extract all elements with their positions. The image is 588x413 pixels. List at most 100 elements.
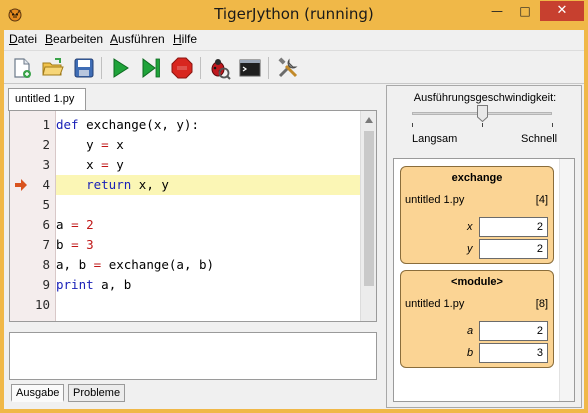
- variable-value: 2: [479, 239, 548, 259]
- scroll-up-arrow-icon[interactable]: [365, 117, 373, 123]
- minimize-button[interactable]: —: [484, 1, 510, 21]
- code-line[interactable]: a = 2: [56, 215, 360, 235]
- code-line[interactable]: print a, b: [56, 275, 360, 295]
- speed-label: Ausführungsgeschwindigkeit:: [413, 92, 557, 104]
- variable-value: 3: [479, 343, 548, 363]
- speed-slider-thumb[interactable]: [476, 105, 488, 122]
- line-number: 3: [42, 157, 50, 172]
- code-token: x, y: [131, 177, 169, 192]
- editor-tab-strip: untitled 1.py: [6, 86, 380, 111]
- tab-probleme[interactable]: Probleme: [68, 384, 126, 402]
- frame-file: untitled 1.py: [405, 298, 465, 310]
- code-token: x: [56, 157, 102, 172]
- run-icon[interactable]: [108, 56, 132, 80]
- menu-ausfuehren-label: usführen: [118, 32, 165, 46]
- variable-name: y: [467, 243, 473, 255]
- fast-label: Schnell: [521, 133, 558, 145]
- current-line-arrow-icon: [15, 179, 27, 191]
- app-window: TigerJython (running) — □ ✕ Datei Bearbe…: [0, 0, 588, 413]
- menu-hilfe-label: ilfe: [181, 32, 198, 46]
- line-number: 1: [42, 117, 50, 132]
- tools-icon[interactable]: [276, 56, 300, 80]
- stack-frames-panel: exchange untitled 1.py [4] x 2 y 2 <modu…: [393, 158, 575, 402]
- code-token: y: [56, 137, 102, 152]
- console-icon[interactable]: [238, 56, 262, 80]
- code-line[interactable]: [56, 195, 360, 215]
- code-token: =: [101, 137, 109, 152]
- toolbar: [4, 50, 584, 84]
- code-line[interactable]: x = y: [56, 155, 360, 175]
- line-number: 8: [42, 257, 50, 272]
- menu-hilfe-mnemonic: H: [173, 32, 182, 46]
- frame-file: untitled 1.py: [405, 194, 465, 206]
- editor-scroll-thumb[interactable]: [364, 131, 374, 286]
- frame-line: [8]: [535, 298, 548, 310]
- code-line[interactable]: b = 3: [56, 235, 360, 255]
- code-token: b: [56, 237, 72, 252]
- variable-value: 2: [479, 217, 548, 237]
- line-number-gutter: 1 2 3 4 5 6 7 8 9 10: [10, 111, 56, 321]
- variable-name: x: [467, 221, 473, 233]
- menu-hilfe[interactable]: Hilfe: [173, 32, 197, 46]
- code-token: x: [108, 137, 124, 152]
- code-line[interactable]: y = x: [56, 135, 360, 155]
- code-token: 2: [86, 217, 94, 232]
- toolbar-separator: [200, 57, 201, 79]
- menu-datei-mnemonic: D: [9, 32, 18, 46]
- menu-bearbeiten-label: earbeiten: [53, 32, 104, 46]
- new-file-icon[interactable]: [10, 56, 34, 80]
- frame-line: [4]: [535, 194, 548, 206]
- code-line[interactable]: [56, 295, 360, 315]
- menu-bearbeiten-mnemonic: B: [45, 32, 54, 46]
- tab-ausgabe[interactable]: Ausgabe: [11, 384, 65, 402]
- editor-vertical-scrollbar[interactable]: [360, 111, 376, 321]
- debug-icon[interactable]: [207, 56, 231, 80]
- title-bar[interactable]: TigerJython (running) — □ ✕: [0, 0, 588, 30]
- toolbar-separator: [268, 57, 269, 79]
- maximize-button[interactable]: □: [512, 1, 538, 21]
- window-client-area: Datei Bearbeiten Ausführen Hilfe untitle…: [4, 30, 584, 409]
- code-token: def: [56, 117, 79, 132]
- code-token: =: [101, 157, 109, 172]
- code-line[interactable]: a, b = exchange(a, b): [56, 255, 360, 275]
- slider-tick: [482, 123, 483, 127]
- menu-ausfuehren[interactable]: Ausführen: [110, 32, 165, 46]
- code-token: a, b: [56, 257, 94, 272]
- stop-icon[interactable]: [170, 56, 194, 80]
- code-token: print: [56, 277, 94, 292]
- slider-tick: [552, 123, 553, 127]
- code-line[interactable]: def exchange(x, y):: [56, 115, 360, 135]
- line-number: 7: [42, 237, 50, 252]
- output-console[interactable]: [9, 332, 377, 380]
- menu-datei[interactable]: Datei: [9, 32, 37, 46]
- menu-bearbeiten[interactable]: Bearbeiten: [45, 32, 103, 46]
- save-icon[interactable]: [72, 56, 96, 80]
- frame-title: exchange: [451, 172, 503, 184]
- slow-label: Langsam: [412, 133, 458, 145]
- slider-tick: [412, 123, 413, 127]
- debugger-pane: Ausführungsgeschwindigkeit: Langsam Schn…: [386, 85, 582, 408]
- line-number: 5: [42, 197, 50, 212]
- code-area[interactable]: def exchange(x, y): y = x x = y return x…: [56, 111, 360, 321]
- code-token: 3: [86, 237, 94, 252]
- code-token: return: [86, 177, 132, 192]
- editor-file-tab[interactable]: untitled 1.py: [8, 88, 86, 111]
- frame-title: <module>: [451, 276, 503, 288]
- step-icon[interactable]: [139, 56, 163, 80]
- code-line[interactable]: return x, y: [56, 175, 360, 195]
- line-number: 10: [34, 297, 50, 312]
- variable-name: b: [467, 347, 474, 359]
- code-editor[interactable]: 1 2 3 4 5 6 7 8 9 10 def exchange(x, y): y = x x …: [9, 110, 377, 322]
- menu-ausfuehren-mnemonic: A: [110, 32, 119, 46]
- close-button[interactable]: ✕: [540, 1, 584, 21]
- code-token: a, b: [93, 277, 132, 292]
- open-folder-icon[interactable]: [41, 56, 65, 80]
- line-number: 6: [42, 217, 50, 232]
- variable-name: a: [467, 325, 474, 337]
- menu-datei-label: atei: [17, 32, 38, 46]
- variable-value: 2: [479, 321, 548, 341]
- frames-scrollbar[interactable]: [559, 159, 574, 401]
